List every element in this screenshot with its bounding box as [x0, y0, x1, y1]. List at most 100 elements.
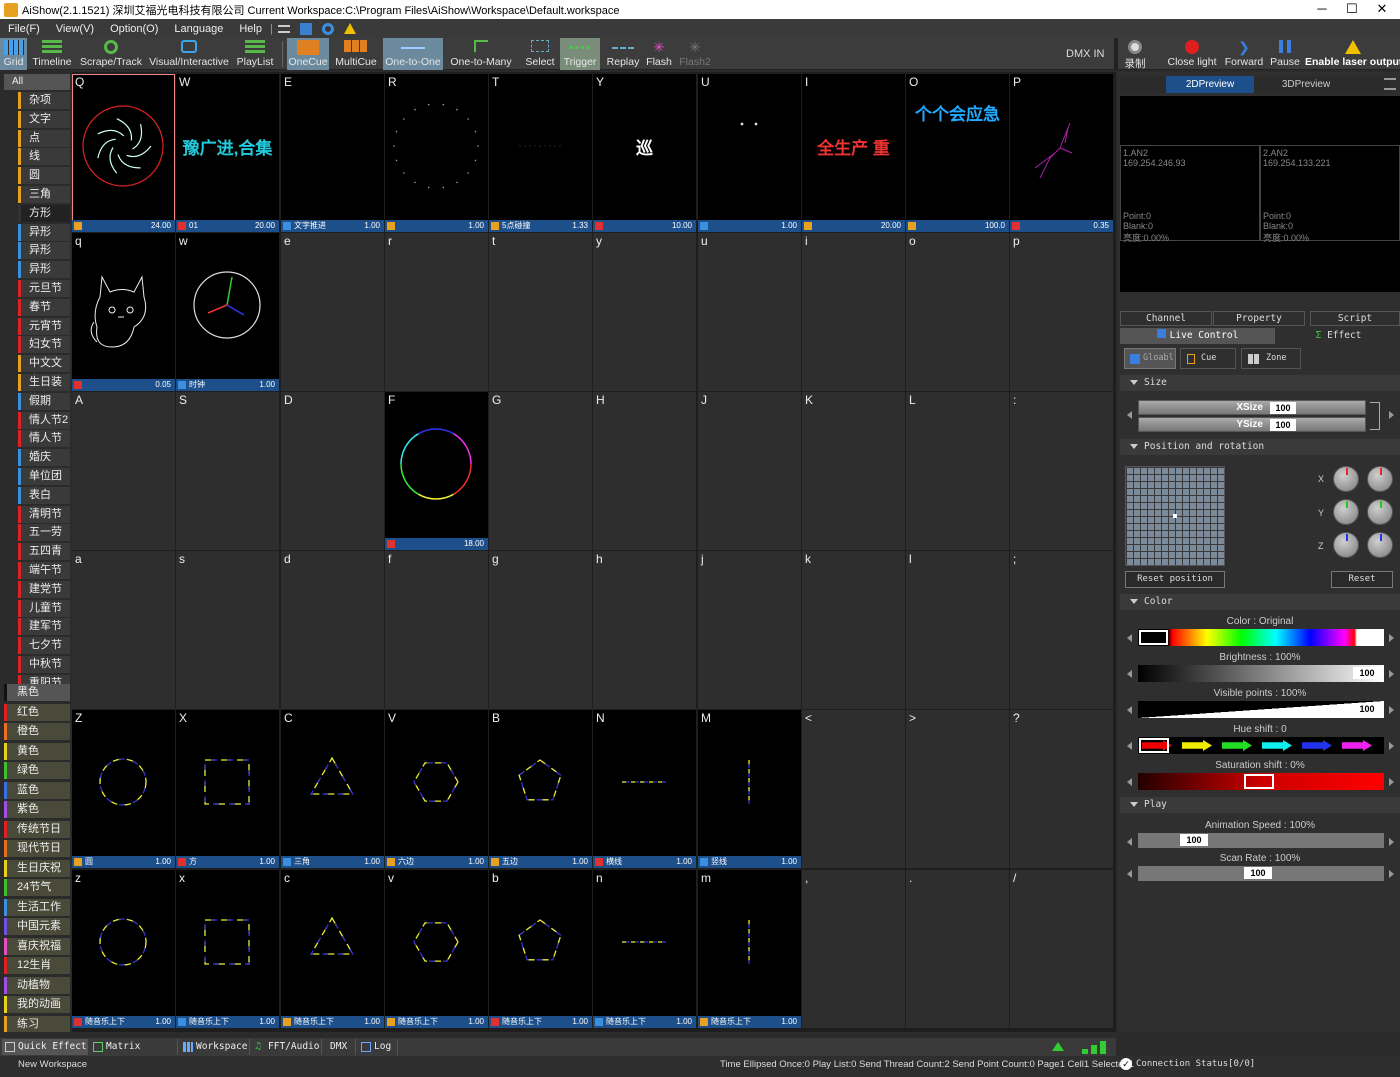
trigger-button[interactable]: Trigger: [560, 38, 600, 70]
subtab-cue[interactable]: Cue: [1180, 348, 1236, 369]
sidebar-category[interactable]: 妇女节: [18, 336, 70, 354]
sidebar-category[interactable]: 假期: [18, 392, 70, 410]
sidebar-category[interactable]: 儿童节: [18, 599, 70, 617]
sidebar-category[interactable]: 三角: [18, 186, 70, 203]
sidebar-color-group[interactable]: 传统节日: [4, 820, 70, 838]
visible-points-value[interactable]: 100: [1353, 703, 1381, 715]
tab-live-control[interactable]: Live Control: [1120, 328, 1275, 344]
sidebar-color-group[interactable]: 黄色: [4, 742, 70, 760]
size-link-bracket[interactable]: [1370, 402, 1380, 430]
cue-cell[interactable]: j: [698, 551, 801, 709]
cue-cell[interactable]: B 五边 1.00: [489, 710, 592, 868]
tab-fft-audio[interactable]: ♫ FFT/Audio: [252, 1039, 322, 1055]
color-picker-slider[interactable]: [1138, 629, 1384, 646]
size-section-header[interactable]: Size: [1120, 375, 1400, 391]
grid-icon[interactable]: [299, 22, 312, 35]
sidebar-color-group[interactable]: 橙色: [4, 723, 70, 740]
size-left-arrow[interactable]: [1126, 409, 1134, 421]
cue-cell[interactable]: T 5点碰撞 1.33: [489, 74, 592, 232]
sidebar-color-group[interactable]: 动植物: [4, 976, 70, 994]
visible-right-arrow[interactable]: [1388, 704, 1396, 716]
sidebar-color-group[interactable]: 24节气: [4, 879, 70, 896]
cue-cell[interactable]: v 随音乐上下 1.00: [385, 870, 488, 1028]
up-triangle-icon[interactable]: [1052, 1042, 1064, 1051]
scan-right-arrow[interactable]: [1388, 868, 1396, 880]
cue-cell[interactable]: r: [385, 233, 488, 391]
xsize-value[interactable]: 100: [1270, 402, 1296, 414]
cue-cell[interactable]: c 随音乐上下 1.00: [281, 870, 384, 1028]
tab-effect[interactable]: Σ Effect: [1277, 328, 1400, 344]
cue-cell[interactable]: o: [906, 233, 1009, 391]
hue-left-arrow[interactable]: [1126, 740, 1134, 752]
category-all[interactable]: All: [4, 74, 70, 90]
hue-handle[interactable]: [1139, 738, 1169, 753]
cue-cell[interactable]: f: [385, 551, 488, 709]
color-right-arrow[interactable]: [1388, 632, 1396, 644]
reset-rotation-button[interactable]: Reset: [1331, 571, 1393, 588]
cue-cell[interactable]: R 1.00: [385, 74, 488, 232]
cue-cell[interactable]: b 随音乐上下 1.00: [489, 870, 592, 1028]
cue-cell[interactable]: E 文字推进 1.00: [281, 74, 384, 232]
cue-cell[interactable]: s: [176, 551, 279, 709]
visible-left-arrow[interactable]: [1126, 704, 1134, 716]
pause-button[interactable]: Pause: [1269, 38, 1301, 70]
x-rotation-knob[interactable]: [1367, 466, 1393, 492]
sidebar-color-group[interactable]: 12生肖: [4, 957, 70, 974]
size-right-arrow[interactable]: [1388, 409, 1396, 421]
play-section-header[interactable]: Play: [1120, 797, 1400, 813]
tab-property[interactable]: Property: [1213, 311, 1305, 326]
cue-cell[interactable]: A: [72, 392, 175, 550]
cue-cell[interactable]: d: [281, 551, 384, 709]
reset-position-button[interactable]: Reset position: [1125, 571, 1225, 588]
sidebar-category[interactable]: 情人节: [18, 430, 70, 448]
sidebar-color-group[interactable]: 练习: [4, 1015, 70, 1032]
sidebar-category[interactable]: 七夕节: [18, 637, 70, 655]
cue-cell[interactable]: P 0.35: [1010, 74, 1113, 232]
brightness-left-arrow[interactable]: [1126, 668, 1134, 680]
cue-cell[interactable]: I 全生产 重 20.00: [802, 74, 905, 232]
sidebar-category[interactable]: 建军节: [18, 618, 70, 636]
brightness-slider[interactable]: 100: [1138, 665, 1384, 682]
cue-cell[interactable]: l: [906, 551, 1009, 709]
cue-cell[interactable]: y: [593, 233, 696, 391]
scan-rate-slider[interactable]: 100: [1138, 866, 1384, 881]
color-section-header[interactable]: Color: [1120, 594, 1400, 610]
sidebar-category[interactable]: 元宵节: [18, 317, 70, 335]
forward-button[interactable]: ❯ Forward: [1224, 38, 1264, 70]
cue-cell[interactable]: V 六边 1.00: [385, 710, 488, 868]
cue-cell[interactable]: >: [906, 710, 1009, 868]
cue-cell[interactable]: t: [489, 233, 592, 391]
position-section-header[interactable]: Position and rotation: [1120, 439, 1400, 455]
cue-cell[interactable]: S: [176, 392, 279, 550]
tab-quick-effect[interactable]: Quick Effect: [2, 1039, 88, 1055]
settings-gear-icon[interactable]: [321, 22, 334, 35]
cue-cell[interactable]: J: [698, 392, 801, 550]
sidebar-color-group[interactable]: 中国元素: [4, 918, 70, 935]
record-button[interactable]: 录制: [1120, 38, 1150, 70]
sidebar-color-group[interactable]: 紫色: [4, 801, 70, 818]
replay-button[interactable]: Replay: [605, 38, 641, 70]
ysize-value[interactable]: 100: [1270, 419, 1296, 431]
cue-cell[interactable]: <: [802, 710, 905, 868]
multicue-button[interactable]: MultiCue: [334, 38, 378, 70]
sidebar-category[interactable]: 春节: [18, 298, 70, 316]
subtab-global[interactable]: Gloabl: [1124, 348, 1176, 369]
sidebar-color-group[interactable]: 红色: [4, 703, 70, 721]
cue-cell[interactable]: ,: [802, 870, 905, 1028]
tab-script[interactable]: Script: [1310, 311, 1400, 326]
cue-cell[interactable]: L: [906, 392, 1009, 550]
brightness-value[interactable]: 100: [1353, 667, 1381, 679]
sidebar-color-group[interactable]: 我的动画: [4, 996, 70, 1013]
cue-cell[interactable]: W 豫广进,合集 01 20.00: [176, 74, 279, 232]
enable-laser-output-button[interactable]: Enable laser output: [1305, 38, 1400, 70]
saturation-handle[interactable]: [1244, 774, 1274, 789]
tab-workspace[interactable]: Workspace: [180, 1039, 250, 1055]
sidebar-color-group[interactable]: 绿色: [4, 762, 70, 779]
visual-interactive-button[interactable]: Visual/Interactive: [149, 38, 229, 70]
sidebar-category[interactable]: 情人节2: [18, 411, 70, 429]
cue-cell[interactable]: N 横线 1.00: [593, 710, 696, 868]
cue-cell[interactable]: X 方 1.00: [176, 710, 279, 868]
cue-cell[interactable]: C 三角 1.00: [281, 710, 384, 868]
cue-cell[interactable]: /: [1010, 870, 1113, 1028]
saturation-left-arrow[interactable]: [1126, 776, 1134, 788]
